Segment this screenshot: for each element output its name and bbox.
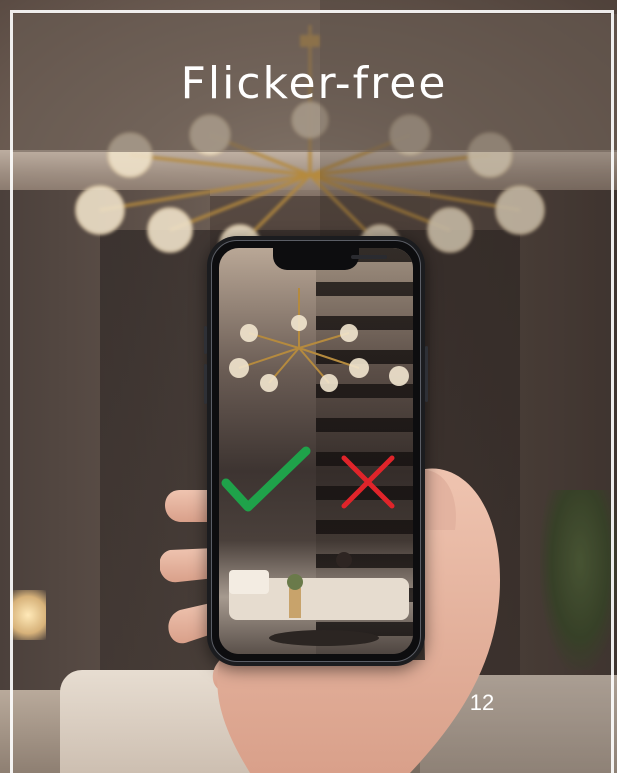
cross-mark-icon (341, 455, 395, 509)
phone-volume-button (204, 364, 207, 404)
page-title: Flicker-free (180, 58, 448, 109)
screen-chandelier-image (229, 288, 409, 392)
screen-living-room-image (229, 552, 409, 646)
flicker-free-slide: Flicker-free 12 (0, 0, 617, 773)
page-number: 12 (469, 690, 495, 715)
phone-speaker (351, 255, 387, 259)
phone-power-button (425, 346, 428, 402)
table-lamp (10, 590, 46, 640)
phone-notch (273, 248, 387, 270)
phone-side-button (204, 326, 207, 354)
check-mark-icon (221, 446, 311, 512)
